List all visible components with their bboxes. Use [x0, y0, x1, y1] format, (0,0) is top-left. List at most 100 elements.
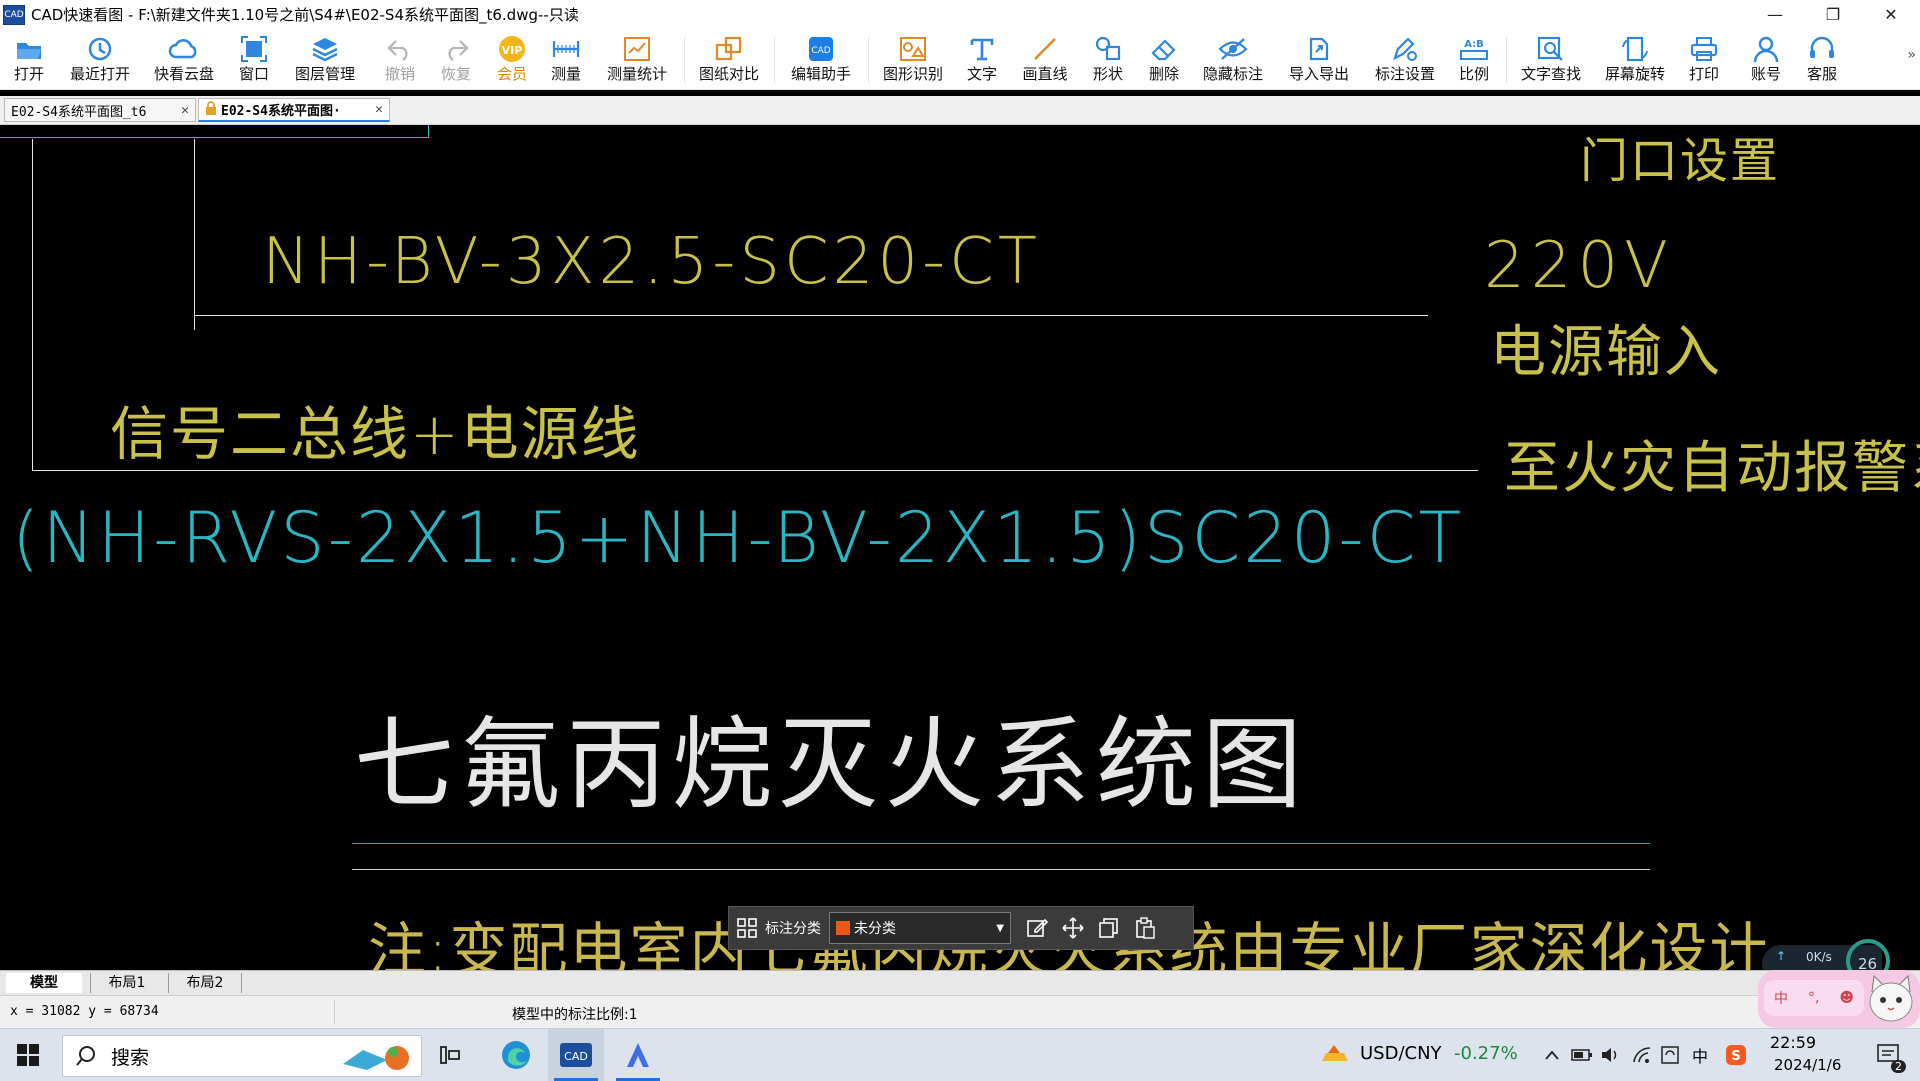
taskbar-cad-viewer[interactable]: CAD	[548, 1029, 604, 1081]
edit-assistant-button[interactable]: CAD 编辑助手	[788, 33, 854, 87]
open-button[interactable]: 打开	[8, 33, 50, 87]
cursor-coordinates: x = 31082 y = 68734	[10, 1004, 159, 1019]
draw-line-button[interactable]: 画直线	[1018, 33, 1072, 87]
toolbar-overflow-icon[interactable]: »	[1907, 47, 1916, 63]
vip-button[interactable]: VIP 会员	[494, 33, 530, 87]
app-a-icon	[627, 1043, 649, 1067]
wifi-icon[interactable]	[1630, 1029, 1654, 1081]
layer-manager-button[interactable]: 图层管理	[292, 33, 358, 87]
annotation-category-label: 标注分类	[765, 921, 821, 937]
title-bar: CAD CAD快速看图 - F:\新建文件夹1.10号之前\S4#\E02-S4…	[0, 0, 1920, 29]
move-icon[interactable]	[1055, 917, 1091, 939]
svg-text:A:B: A:B	[1464, 39, 1484, 50]
ime-widget[interactable]: 中 °, ☻	[1758, 970, 1920, 1028]
lock-icon	[205, 100, 217, 119]
rotate-screen-button[interactable]: 屏幕旋转	[1602, 33, 1668, 87]
annotation-category-select[interactable]: 未分类 ▼	[829, 912, 1011, 944]
task-view-icon	[440, 1046, 460, 1064]
clock-time[interactable]: 22:59	[1770, 1033, 1816, 1052]
cloud-drive-button[interactable]: 快看云盘	[152, 33, 216, 87]
chevron-down-icon: ▼	[996, 922, 1004, 934]
label-signal-bus: 信号二总线+电源线	[110, 400, 641, 468]
undo-button[interactable]: 撤销	[382, 33, 418, 87]
edit-icon[interactable]	[1019, 917, 1055, 939]
scale-icon: A:B	[1456, 33, 1492, 65]
toolbar-divider	[774, 37, 775, 83]
text-search-button[interactable]: 文字查找	[1518, 33, 1584, 87]
paste-icon[interactable]	[1127, 917, 1163, 939]
label-voltage: 220V	[1484, 229, 1674, 303]
currency-change[interactable]: -0.27%	[1454, 1043, 1518, 1064]
grid-icon[interactable]	[729, 918, 765, 938]
scale-button[interactable]: A:B 比例	[1456, 33, 1492, 87]
minimize-button[interactable]: —	[1746, 0, 1804, 29]
ime-mode[interactable]: 中	[1774, 988, 1788, 1008]
tab-close-icon[interactable]: ✕	[375, 102, 383, 117]
window-button[interactable]: 窗口	[236, 33, 272, 87]
ime-skin-icon[interactable]: ☻	[1839, 990, 1854, 1006]
redo-button[interactable]: 恢复	[438, 33, 474, 87]
tab-document-2[interactable]: E02-S4系统平面图· ✕	[198, 98, 390, 122]
category-value: 未分类	[854, 921, 896, 937]
clock-date[interactable]: 2024/1/6	[1774, 1056, 1841, 1074]
taskbar-edge[interactable]	[488, 1029, 544, 1081]
account-button[interactable]: 账号	[1748, 33, 1784, 87]
recent-open-button[interactable]: 最近打开	[66, 33, 134, 87]
sogou-ime-icon[interactable]: S	[1722, 1029, 1750, 1081]
ime-indicator[interactable]: 中	[1692, 1043, 1708, 1067]
line-icon	[1018, 33, 1072, 65]
annotation-settings-icon	[1372, 33, 1438, 65]
chevron-up-icon[interactable]	[1540, 1029, 1564, 1081]
import-export-icon	[1286, 33, 1352, 65]
volume-icon[interactable]	[1598, 1029, 1622, 1081]
stock-widget-icon[interactable]	[1318, 1029, 1352, 1081]
drawing-canvas[interactable]: 门口设置 NH-BV-3X2.5-SC20-CT 220V 电源输入 信号二总线…	[0, 125, 1920, 970]
svg-text:CAD: CAD	[564, 1050, 588, 1063]
category-color-swatch	[836, 921, 850, 935]
ime-punct[interactable]: °,	[1808, 990, 1819, 1006]
hide-annotations-button[interactable]: 隐藏标注	[1200, 33, 1266, 87]
edge-browser-icon	[502, 1041, 530, 1069]
svg-text:S: S	[1731, 1049, 1740, 1064]
measure-stats-icon	[604, 33, 670, 65]
window-icon	[236, 33, 272, 65]
tab-model[interactable]: 模型	[6, 973, 82, 993]
start-button[interactable]	[0, 1029, 56, 1081]
import-export-button[interactable]: 导入导出	[1286, 33, 1352, 87]
battery-icon[interactable]	[1570, 1029, 1594, 1081]
ime-toolbar[interactable]: 中 °, ☻	[1764, 980, 1864, 1016]
sync-icon[interactable]	[1658, 1029, 1682, 1081]
label-cable-nh-rvs: (NH-RVS-2X1.5+NH-BV-2X1.5)SC20-CT	[12, 497, 1465, 579]
shape-recognize-button[interactable]: 图形识别	[880, 33, 946, 87]
window-controls: — ❐ ✕	[1746, 0, 1920, 29]
task-view-button[interactable]	[430, 1029, 470, 1081]
toolbar-divider	[1506, 37, 1507, 83]
copy-icon[interactable]	[1091, 917, 1127, 939]
drawing-line	[32, 139, 33, 471]
text-tool-button[interactable]: 文字	[964, 33, 1000, 87]
rotate-screen-icon	[1602, 33, 1668, 65]
tab-layout-1[interactable]: 布局1	[90, 973, 163, 993]
notification-count: 2	[1891, 1060, 1906, 1073]
measure-stats-button[interactable]: 测量统计	[604, 33, 670, 87]
annotation-settings-button[interactable]: 标注设置	[1372, 33, 1438, 87]
notification-center-button[interactable]: 2	[1866, 1029, 1912, 1081]
compare-drawings-button[interactable]: 图纸对比	[696, 33, 762, 87]
delete-button[interactable]: 删除	[1146, 33, 1182, 87]
currency-pair[interactable]: USD/CNY	[1360, 1043, 1442, 1064]
tab-layout-2[interactable]: 布局2	[168, 973, 242, 993]
measure-button[interactable]: 测量	[548, 33, 584, 87]
taskbar-app-a[interactable]	[610, 1029, 666, 1081]
shapes-button[interactable]: 形状	[1090, 33, 1126, 87]
restore-button[interactable]: ❐	[1804, 0, 1862, 29]
print-button[interactable]: 打印	[1686, 33, 1722, 87]
tab-document-1[interactable]: E02-S4系统平面图_t6 ✕	[4, 98, 196, 122]
taskbar-search[interactable]: 搜索	[62, 1035, 422, 1077]
drawing-line	[194, 139, 195, 330]
label-fire-alarm: 至火灾自动报警系统	[1504, 436, 1920, 501]
close-button[interactable]: ✕	[1862, 0, 1920, 29]
customer-service-button[interactable]: 客服	[1804, 33, 1840, 87]
tab-close-icon[interactable]: ✕	[181, 103, 189, 118]
main-toolbar: 打开 最近打开 快看云盘 窗口 图层管理 撤销 恢复 VIP 会员 测量 测量统…	[0, 29, 1920, 90]
redo-icon	[438, 33, 474, 65]
